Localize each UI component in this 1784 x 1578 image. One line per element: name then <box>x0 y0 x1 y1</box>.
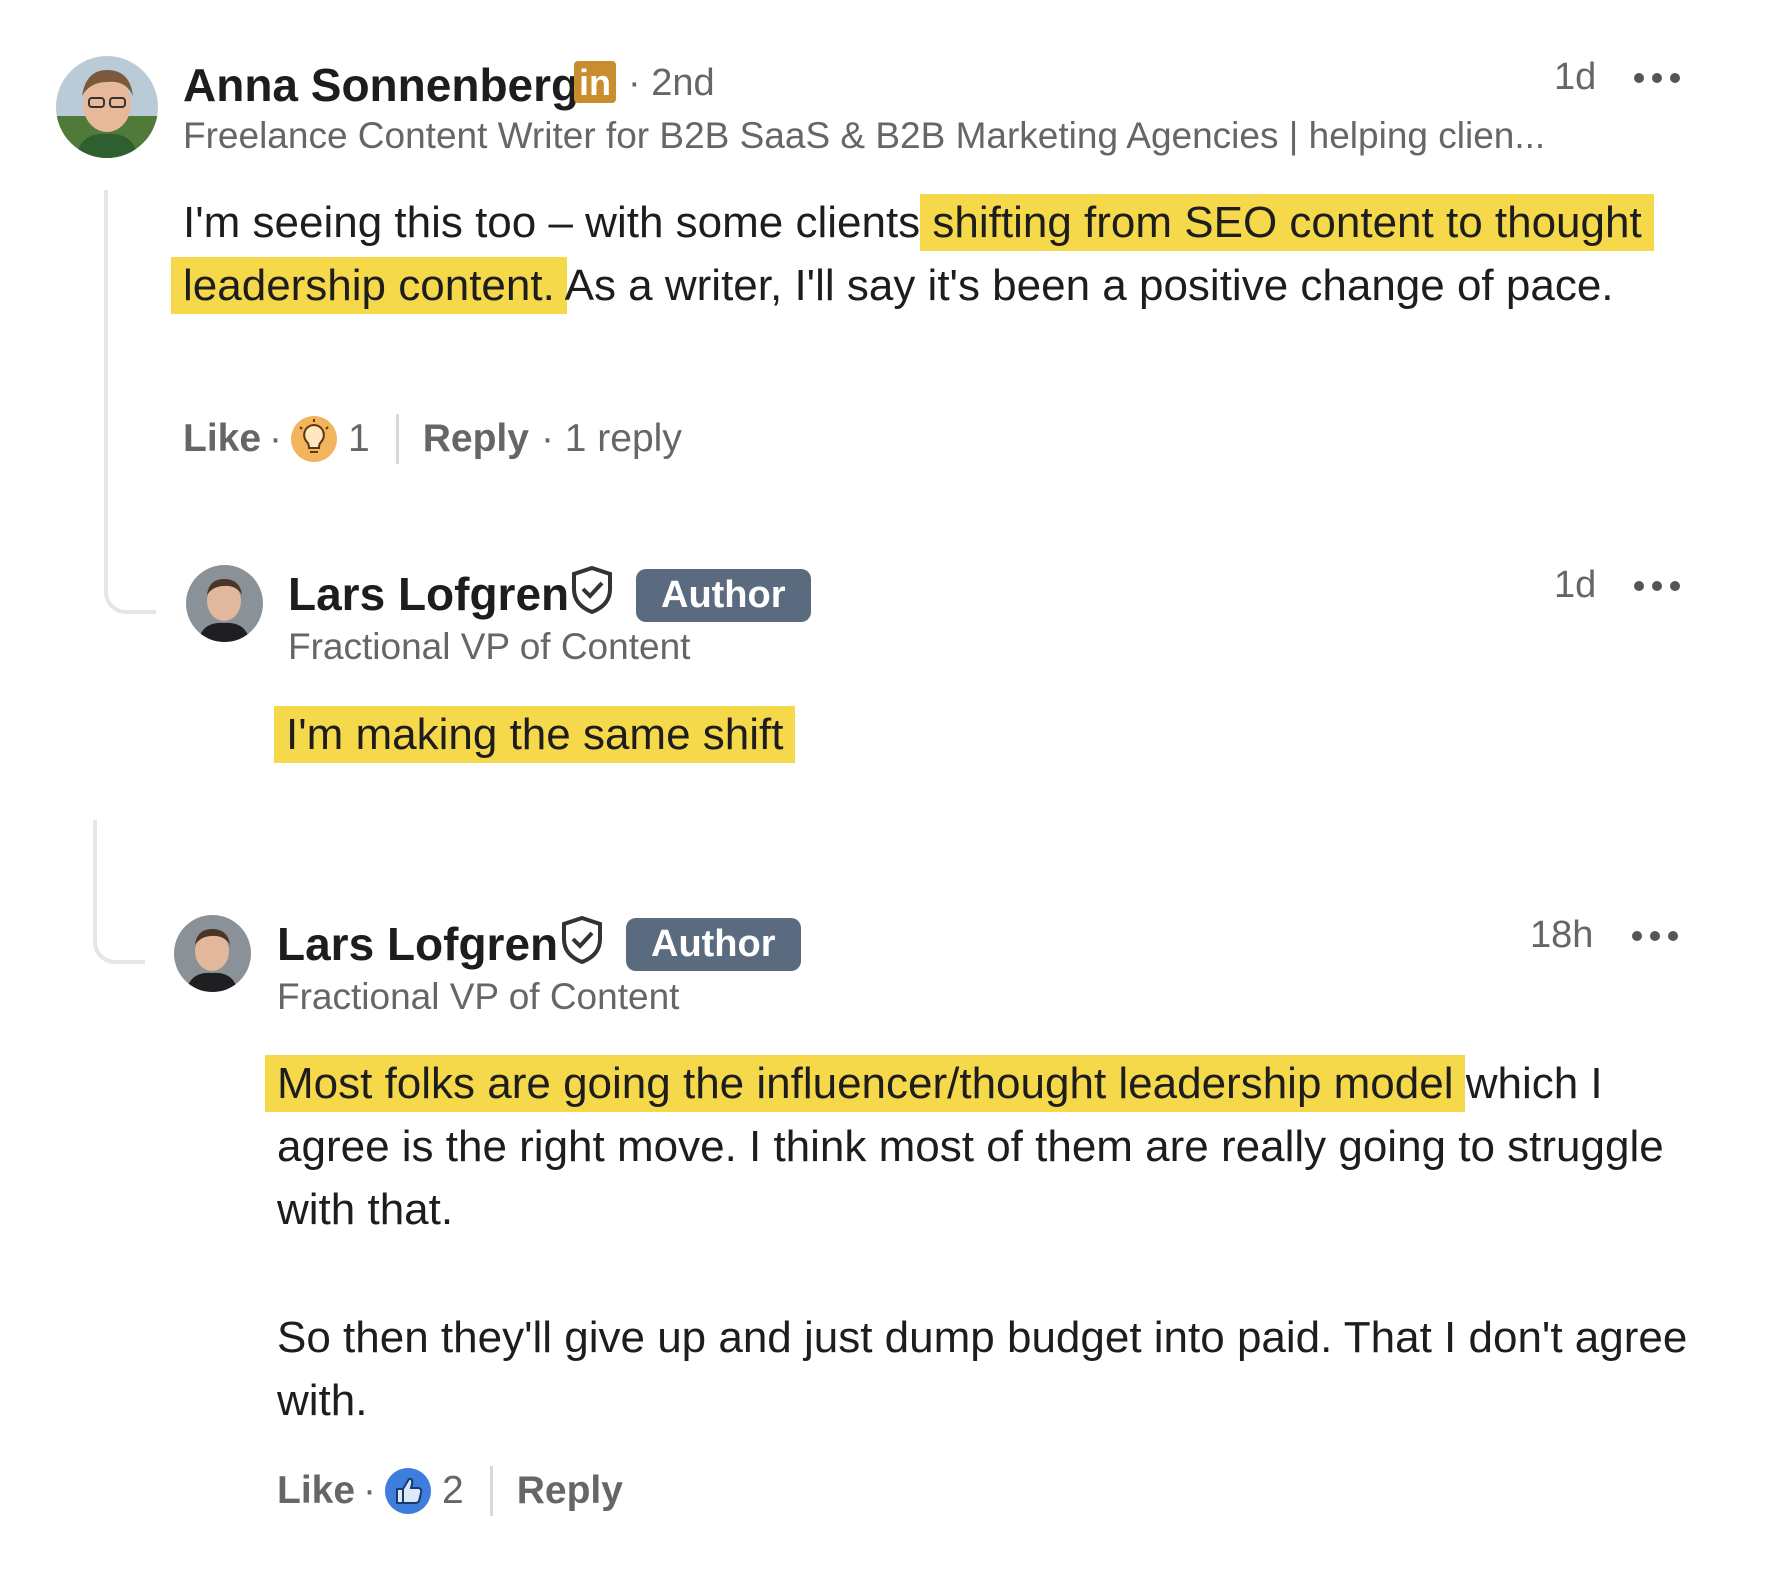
thumbs-up-icon[interactable] <box>384 1467 432 1515</box>
reply-button[interactable]: Reply <box>423 417 529 461</box>
thread-line <box>93 820 145 964</box>
more-options-icon[interactable] <box>1634 73 1680 83</box>
author-headline: Fractional VP of Content <box>277 976 680 1017</box>
timestamp: 1d <box>1554 56 1597 98</box>
replies-count[interactable]: · 1 reply <box>541 417 682 461</box>
author-name[interactable]: Anna Sonnenberg <box>183 58 579 112</box>
author-headline: Freelance Content Writer for B2B SaaS & … <box>183 115 1546 156</box>
comment-text: I'm making the same shift <box>274 703 1706 766</box>
comment-text: I'm seeing this too – with some clients … <box>171 191 1703 317</box>
author-headline: Fractional VP of Content <box>288 626 691 667</box>
timestamp: 18h <box>1530 914 1594 956</box>
avatar[interactable] <box>186 565 263 642</box>
reaction-count[interactable]: 2 <box>442 1469 464 1513</box>
comment-text: Most folks are going the influencer/thou… <box>265 1052 1717 1241</box>
more-options-icon[interactable] <box>1634 581 1680 591</box>
linkedin-premium-icon: in <box>574 61 616 103</box>
author-name[interactable]: Lars Lofgren <box>288 567 569 621</box>
avatar[interactable] <box>56 56 158 158</box>
thread-line <box>104 190 156 614</box>
author-badge: Author <box>636 569 811 622</box>
timestamp: 1d <box>1554 564 1597 606</box>
text-segment: As a writer, I'll say it's been a positi… <box>554 261 1614 310</box>
comment-actions: Like · 1 Reply · 1 reply <box>183 414 682 464</box>
divider <box>489 1466 493 1516</box>
author-name[interactable]: Lars Lofgren <box>277 917 558 971</box>
verified-shield-icon <box>568 565 616 615</box>
like-button[interactable]: Like <box>183 417 261 461</box>
comment-text-paragraph: So then they'll give up and just dump bu… <box>277 1313 1688 1425</box>
more-options-icon[interactable] <box>1632 931 1678 941</box>
verified-shield-icon <box>558 915 606 965</box>
author-badge: Author <box>626 918 801 971</box>
highlighted-text: I'm making the same shift <box>274 706 796 763</box>
highlighted-text: Most folks are going the influencer/thou… <box>265 1055 1466 1112</box>
like-button[interactable]: Like <box>277 1469 355 1513</box>
lightbulb-icon[interactable] <box>290 415 338 463</box>
separator-dot: · <box>269 417 283 460</box>
comment-actions: Like · 2 Reply <box>277 1466 623 1516</box>
text-segment: I'm seeing this too – with some clients <box>183 198 933 247</box>
divider <box>395 414 399 464</box>
avatar[interactable] <box>174 915 251 992</box>
separator-dot: · <box>363 1469 377 1512</box>
reaction-count[interactable]: 1 <box>348 417 370 461</box>
connection-degree: · 2nd <box>628 62 715 104</box>
reply-button[interactable]: Reply <box>517 1469 623 1513</box>
